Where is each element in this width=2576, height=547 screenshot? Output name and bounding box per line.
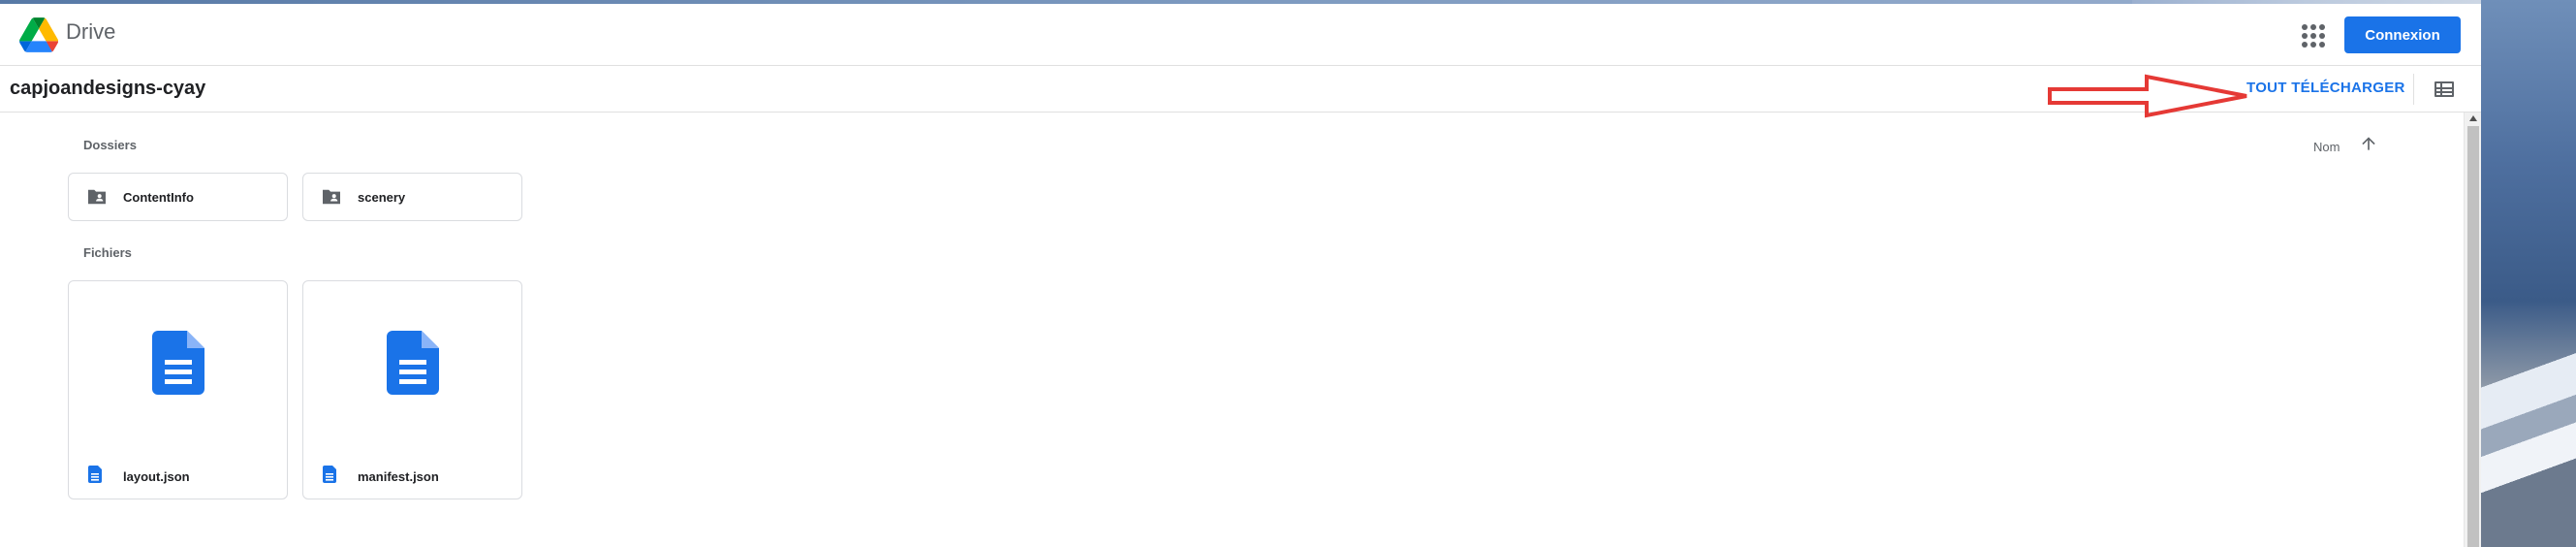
document-icon <box>323 466 336 483</box>
toolbar-divider <box>2413 74 2414 105</box>
download-all-button[interactable]: TOUT TÉLÉCHARGER <box>2246 80 2405 96</box>
files-section-label: Fichiers <box>83 245 132 260</box>
drive-app: Drive Connexion capjoandesigns-cyay TOUT… <box>0 4 2481 547</box>
mountain-snow <box>2481 305 2576 547</box>
scroll-up-icon[interactable] <box>2469 115 2477 121</box>
folder-card[interactable]: scenery <box>302 173 522 221</box>
arrow-up-icon[interactable] <box>2359 134 2378 153</box>
folder-name: ContentInfo <box>123 190 194 205</box>
page-title: capjoandesigns-cyay <box>10 78 206 99</box>
file-card[interactable]: layout.json <box>68 280 288 499</box>
document-icon <box>386 331 439 395</box>
annotation-arrow <box>2048 74 2247 118</box>
list-view-icon[interactable] <box>2435 81 2454 97</box>
screen: { "header": { "brand": "Drive", "signin_… <box>0 0 2576 547</box>
signin-button[interactable]: Connexion <box>2344 16 2461 53</box>
file-thumbnail <box>303 281 521 444</box>
document-icon <box>151 331 204 395</box>
shared-folder-icon <box>88 189 106 205</box>
document-icon <box>88 466 102 483</box>
header: Drive Connexion <box>0 4 2481 66</box>
folder-name: scenery <box>358 190 406 205</box>
vertical-scrollbar[interactable] <box>2464 113 2481 547</box>
file-card[interactable]: manifest.json <box>302 280 522 499</box>
desktop-wallpaper <box>2481 0 2576 547</box>
file-name: manifest.json <box>358 469 439 484</box>
brand-name[interactable]: Drive <box>66 19 115 45</box>
file-thumbnail <box>69 281 287 444</box>
scrollbar-thumb[interactable] <box>2467 126 2479 547</box>
file-name: layout.json <box>123 469 190 484</box>
sort-label[interactable]: Nom <box>2313 140 2340 154</box>
folders-section-label: Dossiers <box>83 138 137 152</box>
drive-logo-icon[interactable] <box>19 17 58 52</box>
apps-grid-icon[interactable] <box>2301 23 2325 48</box>
shared-folder-icon <box>323 189 340 205</box>
folder-card[interactable]: ContentInfo <box>68 173 288 221</box>
